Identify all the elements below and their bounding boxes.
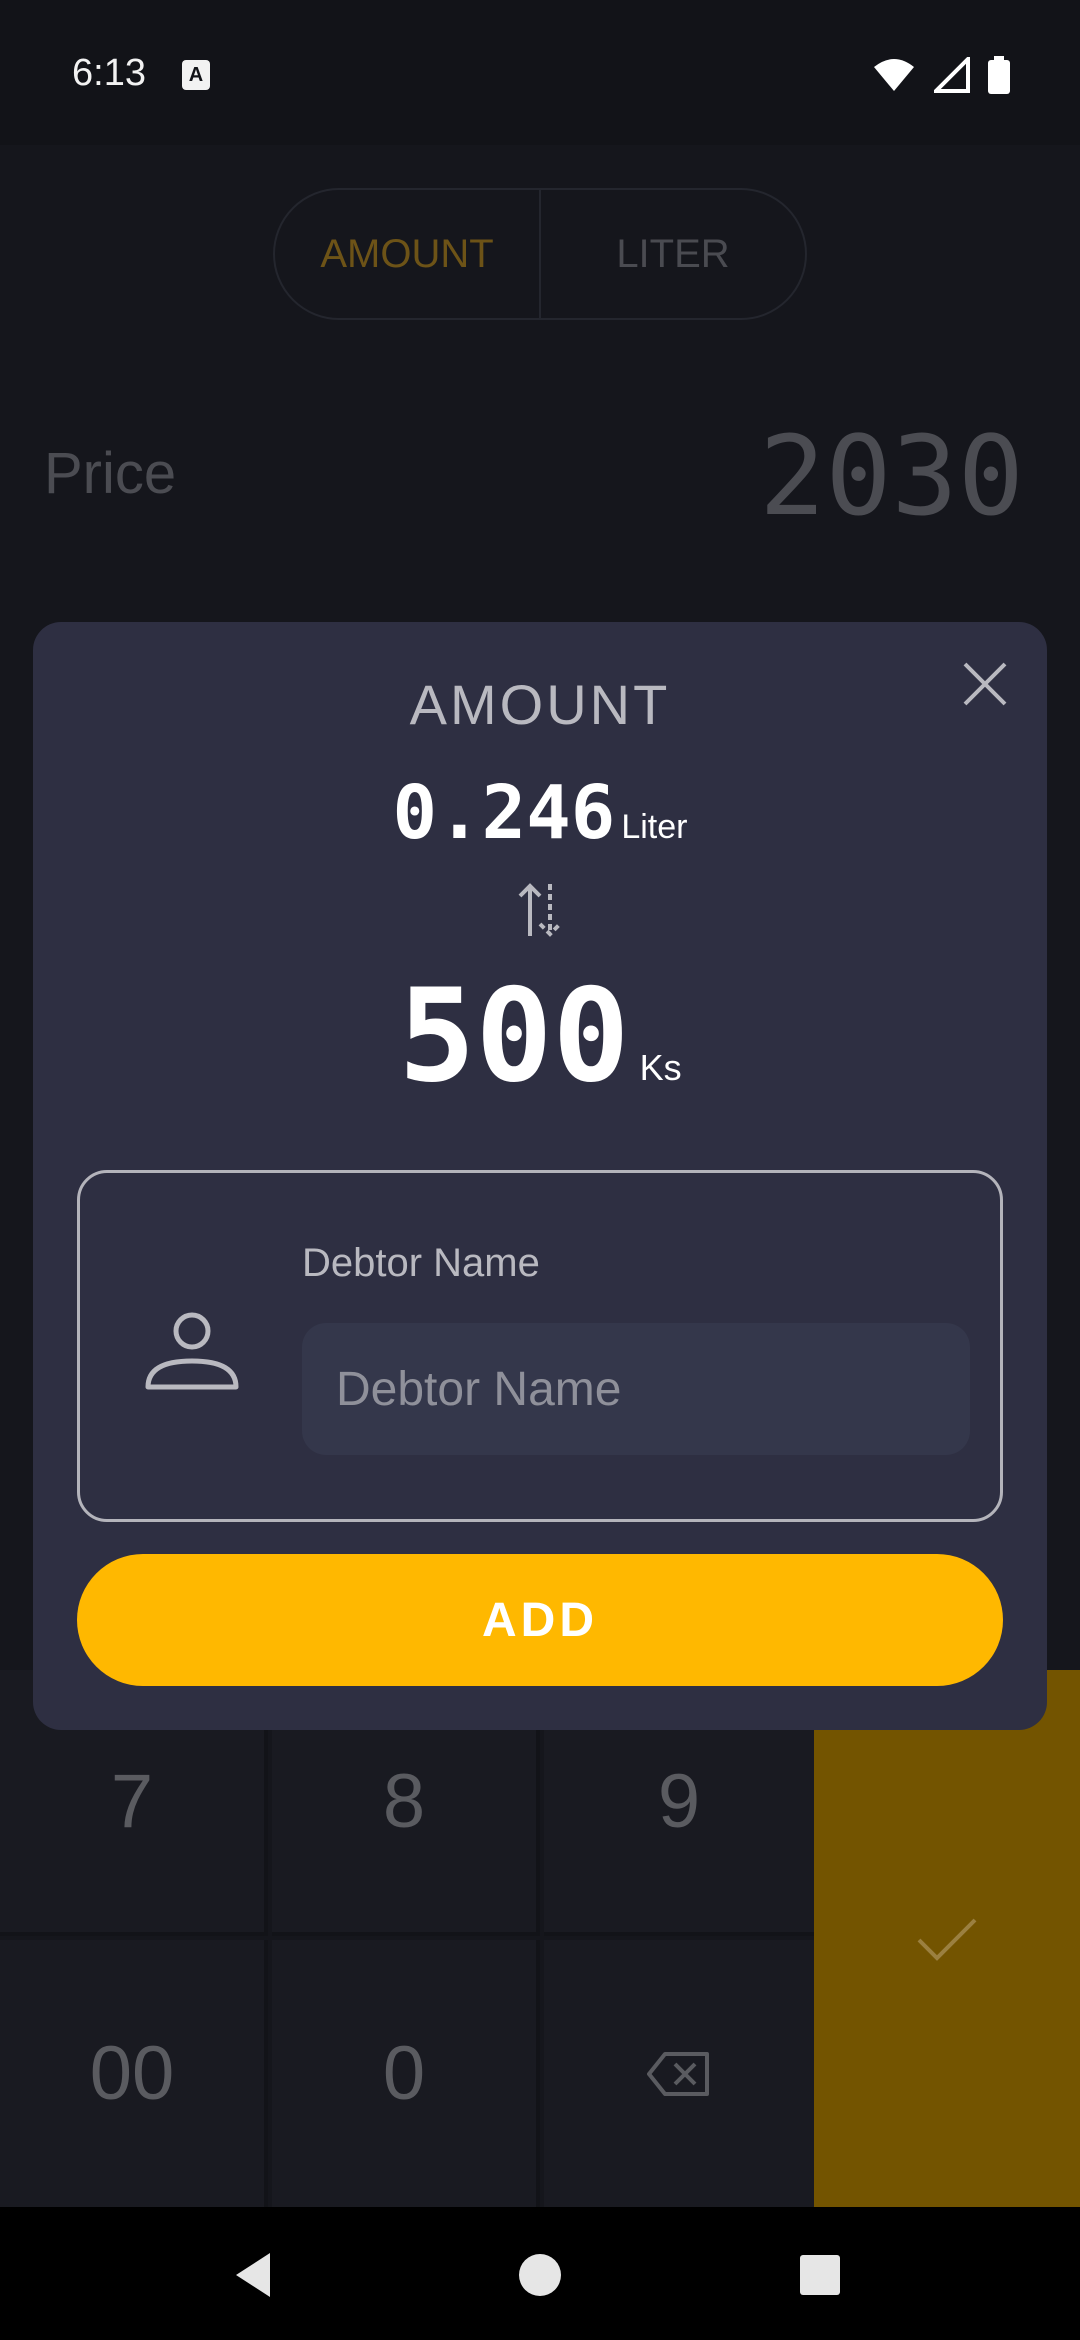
status-bar: 6:13 A xyxy=(0,0,1080,145)
check-icon xyxy=(917,1918,977,1961)
status-icons xyxy=(872,56,1010,94)
key-00[interactable]: 00 xyxy=(0,1940,268,2207)
debtor-card: Debtor Name xyxy=(77,1170,1003,1522)
status-time: 6:13 xyxy=(72,52,146,94)
debtor-name-label: Debtor Name xyxy=(302,1241,540,1285)
wifi-icon xyxy=(874,59,914,91)
navigation-bar xyxy=(0,2207,1080,2340)
amount-dialog: AMOUNT 0.246 Liter 500 Ks Debtor Name AD… xyxy=(33,622,1047,1730)
backspace-icon xyxy=(647,2051,709,2096)
amount-value: 500 xyxy=(398,962,630,1111)
liter-value: 0.246 xyxy=(392,770,616,856)
app-notification-icon: A xyxy=(182,60,210,90)
dialog-title: AMOUNT xyxy=(409,673,671,736)
back-icon[interactable] xyxy=(226,2245,286,2305)
home-icon[interactable] xyxy=(510,2245,570,2305)
key-0[interactable]: 0 xyxy=(272,1940,540,2207)
liter-result: 0.246 Liter xyxy=(33,770,1047,856)
add-button[interactable]: ADD xyxy=(77,1554,1003,1686)
screen: 6:13 A AMOUNT LITER Price 2030 7 8 9 00 … xyxy=(0,0,1080,2340)
price-label: Price xyxy=(44,441,177,506)
signal-icon xyxy=(934,57,970,93)
person-icon xyxy=(145,1312,239,1390)
amount-unit: Ks xyxy=(639,1047,682,1088)
battery-icon xyxy=(988,56,1010,94)
mode-toggle: AMOUNT LITER xyxy=(273,188,807,320)
liter-unit: Liter xyxy=(621,808,688,846)
swap-vertical-icon xyxy=(518,883,562,937)
toggle-liter[interactable]: LITER xyxy=(539,190,805,318)
key-confirm[interactable] xyxy=(814,1670,1080,2207)
debtor-name-input[interactable] xyxy=(302,1323,970,1455)
recents-icon[interactable] xyxy=(790,2245,850,2305)
key-backspace[interactable] xyxy=(544,1940,814,2207)
toggle-amount[interactable]: AMOUNT xyxy=(275,190,539,318)
amount-result: 500 Ks xyxy=(33,962,1047,1111)
price-value[interactable]: 2030 xyxy=(759,412,1024,540)
